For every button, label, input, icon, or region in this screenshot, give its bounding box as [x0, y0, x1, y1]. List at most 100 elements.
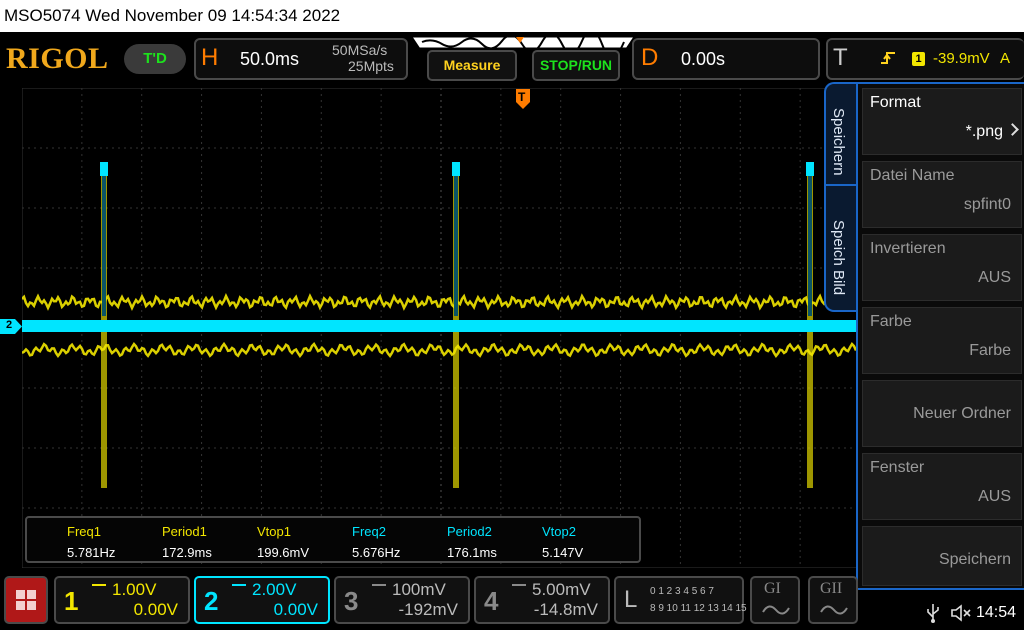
dc-coupling-icon — [232, 584, 246, 590]
meas-header-period2: Period2 — [447, 524, 492, 539]
menu-tabs: Speichern Speich Bild — [824, 82, 858, 312]
logic-channels-row1: 0 1 2 3 4 5 6 7 — [650, 586, 714, 597]
ch2-offset-marker[interactable]: 2 — [0, 319, 22, 334]
menu-grid-button[interactable] — [4, 576, 48, 624]
delay-panel[interactable] — [632, 38, 820, 80]
memory-position-bar — [413, 36, 633, 50]
save-menu: Format *.png Datei Name spfint0 Invertie… — [856, 82, 1024, 590]
measure-button[interactable]: Measure — [427, 50, 517, 81]
tab-speich-bild[interactable]: Speich Bild — [830, 220, 847, 295]
meas-header-vtop2: Vtop2 — [542, 524, 576, 539]
ch2-marker-label: 2 — [6, 319, 13, 331]
dc-coupling-icon — [512, 584, 526, 590]
menu-item-value: AUS — [978, 488, 1011, 505]
memory-depth: 25Mpts — [348, 58, 394, 74]
brand-logo: RIGOL — [6, 42, 109, 75]
ch2-pulse — [452, 162, 460, 176]
logic-letter: L — [624, 586, 638, 613]
ch1-trace — [22, 293, 858, 312]
channel-2-scale: 2.00V — [252, 580, 297, 599]
trigger-letter: T — [833, 44, 848, 71]
decode-1-label: GI — [764, 580, 781, 597]
menu-item-value: AUS — [978, 269, 1011, 286]
status-clock: 14:54 — [976, 604, 1017, 621]
menu-item-value: Neuer Ordner — [913, 405, 1011, 422]
menu-item-value: Farbe — [969, 342, 1011, 359]
menu-item-label: Fenster — [870, 459, 925, 476]
menu-item-farbe[interactable]: Farbe Farbe — [862, 307, 1022, 374]
channel-4-box[interactable]: 4 5.00mV -14.8mV — [474, 576, 610, 624]
speaker-muted-icon[interactable] — [950, 604, 972, 622]
channel-3-number: 3 — [344, 586, 359, 616]
trigger-mode: A — [1000, 50, 1011, 67]
channel-1-box[interactable]: 1 1.00V 0.00V — [54, 576, 190, 624]
trigger-panel[interactable] — [826, 38, 1024, 80]
delay-letter: D — [641, 44, 659, 71]
menu-item-datei-name[interactable]: Datei Name spfint0 — [862, 161, 1022, 228]
channel-3-box[interactable]: 3 100mV -192mV — [334, 576, 470, 624]
trigger-level: -39.9mV — [933, 50, 990, 67]
logic-analyzer-box[interactable]: L 0 1 2 3 4 5 6 7 8 9 10 11 12 13 14 15 — [614, 576, 747, 624]
channel-1-number: 1 — [64, 586, 79, 616]
wave-icon — [820, 605, 848, 615]
channel-3-scale: 100mV — [392, 580, 446, 599]
trigger-source-badge: 1 — [912, 52, 925, 66]
stop-run-button[interactable]: STOP/RUN — [532, 50, 620, 81]
menu-item-fenster[interactable]: Fenster AUS — [862, 453, 1022, 520]
decode-2-box[interactable]: GII — [808, 576, 858, 624]
usb-icon — [927, 604, 939, 623]
menu-item-value: Speichern — [938, 551, 1011, 568]
channel-4-scale: 5.00mV — [532, 580, 591, 599]
menu-item-label: Format — [870, 94, 921, 111]
menu-item-neuer-ordner[interactable]: Neuer Ordner — [862, 380, 1022, 447]
trigger-edge-icon — [881, 52, 895, 64]
decode-2-label: GII — [820, 580, 843, 597]
channel-1-offset: 0.00V — [133, 600, 178, 619]
waveform-display[interactable] — [22, 88, 860, 568]
channel-2-box[interactable]: 2 2.00V 0.00V — [194, 576, 330, 624]
menu-item-label: Datei Name — [870, 167, 955, 184]
decode-1-box[interactable]: GI — [750, 576, 800, 624]
title-bar: MSO5074 Wed November 09 14:54:34 2022 — [0, 0, 1024, 32]
device-title: MSO5074 Wed November 09 14:54:34 2022 — [4, 6, 341, 25]
chevron-right-icon — [1006, 123, 1019, 136]
channel-4-number: 4 — [484, 586, 499, 616]
sample-rate: 50MSa/s — [332, 42, 388, 58]
meas-header-freq2: Freq2 — [352, 524, 386, 539]
menu-grid-icon — [16, 590, 36, 610]
wave-icon — [762, 605, 790, 615]
timebase-value: 50.0ms — [240, 49, 300, 69]
channel-3-offset: -192mV — [398, 600, 458, 619]
channel-4-offset: -14.8mV — [533, 600, 598, 619]
trigger-status-badge: T'D — [124, 44, 186, 74]
menu-item-invertieren[interactable]: Invertieren AUS — [862, 234, 1022, 301]
menu-item-value: *.png — [965, 123, 1003, 140]
menu-item-format[interactable]: Format *.png — [862, 88, 1022, 155]
meas-header-period1: Period1 — [162, 524, 207, 539]
dc-coupling-icon — [372, 584, 386, 590]
menu-item-speichern[interactable]: Speichern — [862, 526, 1022, 586]
menu-item-label: Invertieren — [870, 240, 946, 257]
ch2-pulse — [806, 162, 814, 176]
meas-value-vtop2: 5.147V — [542, 545, 584, 560]
logic-channels-row2: 8 9 10 11 12 13 14 15 — [650, 603, 747, 614]
ch2-pulse — [454, 176, 458, 316]
trigger-marker-label: T — [518, 90, 526, 104]
channel-2-offset: 0.00V — [273, 600, 318, 619]
menu-item-value: spfint0 — [963, 196, 1011, 213]
horizontal-letter: H — [201, 44, 219, 71]
measurement-panel[interactable]: Freq1 Period1 Vtop1 Freq2 Period2 Vtop2 … — [25, 516, 641, 563]
meas-value-freq2: 5.676Hz — [352, 545, 401, 560]
tab-speichern[interactable]: Speichern — [830, 108, 847, 176]
ch2-trace — [22, 320, 856, 332]
ch2-pulse — [100, 162, 108, 176]
ch2-pulse — [808, 176, 812, 316]
channel-2-number: 2 — [204, 586, 219, 616]
meas-header-vtop1: Vtop1 — [257, 524, 291, 539]
meas-value-vtop1: 199.6mV — [257, 545, 310, 560]
channel-1-scale: 1.00V — [112, 580, 157, 599]
meas-header-freq1: Freq1 — [67, 524, 101, 539]
meas-value-freq1: 5.781Hz — [67, 545, 116, 560]
trigger-position-marker[interactable]: T — [515, 88, 531, 110]
delay-value: 0.00s — [681, 49, 726, 69]
